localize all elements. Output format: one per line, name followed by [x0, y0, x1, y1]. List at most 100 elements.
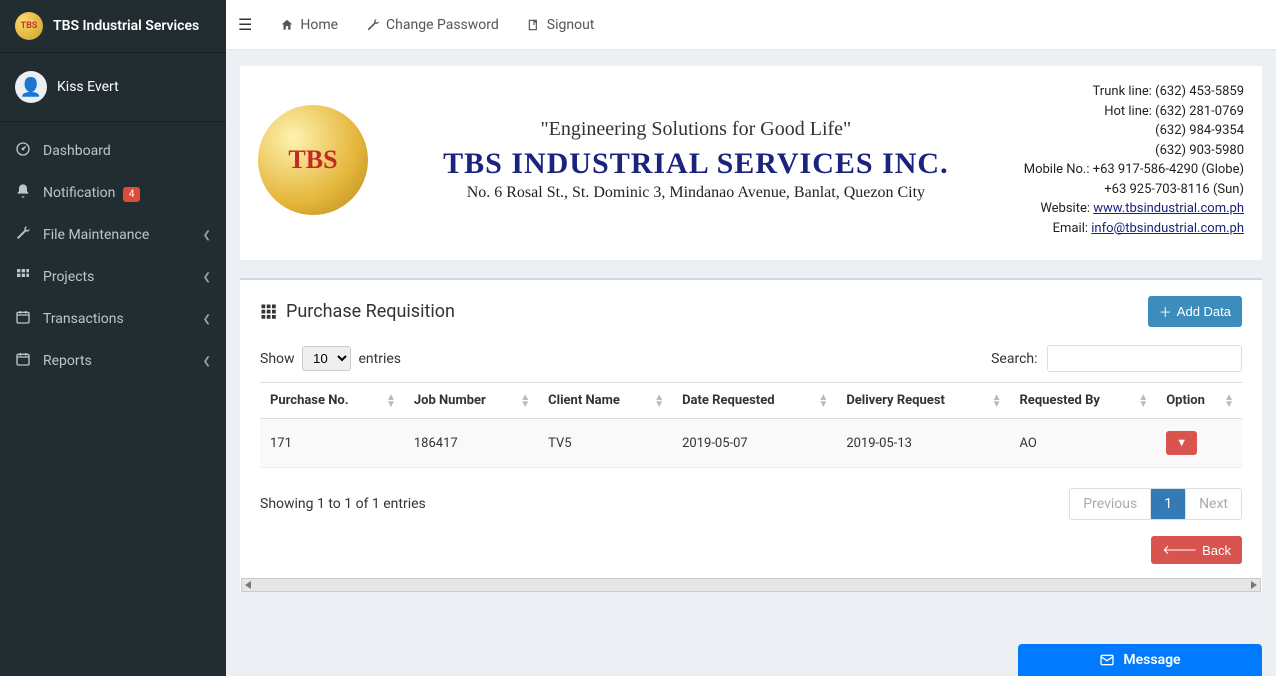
- sidebar-item-label: Dashboard: [43, 143, 211, 159]
- chevron-left-icon: ❮: [203, 272, 211, 283]
- panel-header: Purchase Requisition ＋Add Data: [240, 280, 1262, 333]
- purchase-requisition-panel: Purchase Requisition ＋Add Data Show 10 e…: [240, 278, 1262, 592]
- page-size-select[interactable]: 10: [302, 346, 351, 371]
- home-icon: [280, 18, 294, 32]
- sidebar-item-dashboard[interactable]: Dashboard: [0, 130, 226, 172]
- topbar: ☰ Home Change Password Signout: [226, 0, 1276, 50]
- tagline: "Engineering Solutions for Good Life": [388, 118, 1004, 141]
- grid-icon: [15, 267, 31, 287]
- col-job-number[interactable]: Job Number▲▼: [404, 383, 538, 419]
- cell-requested-by: AO: [1009, 419, 1156, 468]
- table-info: Showing 1 to 1 of 1 entries: [260, 496, 426, 512]
- sidebar-item-projects[interactable]: Projects ❮: [0, 256, 226, 298]
- col-purchase-no[interactable]: Purchase No.▲▼: [260, 383, 404, 419]
- user-name: Kiss Evert: [57, 79, 119, 95]
- sort-icon: ▲▼: [520, 394, 530, 408]
- wrench-icon: [366, 18, 380, 32]
- sidebar-item-label: Reports: [43, 353, 191, 369]
- pagination-next[interactable]: Next: [1185, 489, 1241, 519]
- sidebar-item-label: Notification 4: [43, 185, 211, 201]
- cell-option: ▼: [1156, 419, 1242, 468]
- pagination-page-1[interactable]: 1: [1150, 489, 1185, 519]
- chevron-left-icon: ❮: [203, 314, 211, 325]
- sidebar-item-transactions[interactable]: Transactions ❮: [0, 298, 226, 340]
- content-area: TBS "Engineering Solutions for Good Life…: [226, 50, 1276, 676]
- col-requested-by[interactable]: Requested By▲▼: [1009, 383, 1156, 419]
- sort-icon: ▲▼: [654, 394, 664, 408]
- trunk-line: Trunk line: (632) 453-5859: [1024, 82, 1244, 102]
- company-logo-icon: TBS: [258, 105, 368, 215]
- plus-icon: ＋: [1159, 302, 1172, 321]
- phone3: (632) 984-9354: [1024, 121, 1244, 141]
- cell-purchase-no: 171: [260, 419, 404, 468]
- hot-line: Hot line: (632) 281-0769: [1024, 102, 1244, 122]
- wrench-icon: [15, 225, 31, 245]
- sidebar-item-reports[interactable]: Reports ❮: [0, 340, 226, 382]
- sort-icon: ▲▼: [386, 394, 396, 408]
- message-label: Message: [1123, 652, 1180, 668]
- dashboard-icon: [15, 141, 31, 161]
- company-name: TBS INDUSTRIAL SERVICES INC.: [388, 147, 1004, 180]
- back-row: 🡐Back: [240, 536, 1262, 578]
- sort-icon: ▲▼: [992, 394, 1002, 408]
- envelope-icon: [1099, 652, 1115, 668]
- home-link[interactable]: Home: [280, 17, 338, 33]
- sidebar-menu: Dashboard Notification 4 File Maintenanc…: [0, 122, 226, 390]
- panel-title: Purchase Requisition: [260, 301, 455, 322]
- chevron-left-icon: ❮: [203, 230, 211, 241]
- col-delivery-request[interactable]: Delivery Request▲▼: [836, 383, 1009, 419]
- app-title: TBS Industrial Services: [53, 18, 199, 34]
- notification-badge: 4: [123, 187, 141, 202]
- col-option: Option▲▼: [1156, 383, 1242, 419]
- banner-center: "Engineering Solutions for Good Life" TB…: [388, 118, 1004, 202]
- caret-down-icon: ▼: [1176, 437, 1187, 449]
- change-password-link[interactable]: Change Password: [366, 17, 499, 33]
- cell-date-requested: 2019-05-07: [672, 419, 836, 468]
- menu-toggle-icon[interactable]: ☰: [238, 15, 252, 34]
- add-data-button[interactable]: ＋Add Data: [1148, 296, 1242, 327]
- bell-icon: [15, 183, 31, 203]
- website-row: Website: www.tbsindustrial.com.ph: [1024, 199, 1244, 219]
- sidebar: TBS TBS Industrial Services 👤 Kiss Evert…: [0, 0, 226, 676]
- horizontal-scrollbar[interactable]: [241, 578, 1261, 592]
- signout-icon: [527, 18, 541, 32]
- length-control: Show 10 entries: [260, 346, 401, 371]
- sidebar-item-label: Projects: [43, 269, 191, 285]
- cell-delivery-request: 2019-05-13: [836, 419, 1009, 468]
- mobile2: +63 925-703-8116 (Sun): [1024, 180, 1244, 200]
- arrow-left-icon: 🡐: [1162, 542, 1197, 558]
- banner-contact: Trunk line: (632) 453-5859 Hot line: (63…: [1024, 82, 1244, 238]
- sidebar-item-label: File Maintenance: [43, 227, 191, 243]
- table-footer: Showing 1 to 1 of 1 entries Previous 1 N…: [240, 478, 1262, 536]
- col-client-name[interactable]: Client Name▲▼: [538, 383, 672, 419]
- sidebar-item-label: Transactions: [43, 311, 191, 327]
- search-control: Search:: [991, 345, 1242, 372]
- message-bar[interactable]: Message: [1018, 644, 1262, 676]
- cell-job-number: 186417: [404, 419, 538, 468]
- sort-icon: ▲▼: [818, 394, 828, 408]
- user-panel[interactable]: 👤 Kiss Evert: [0, 53, 226, 122]
- pagination-previous[interactable]: Previous: [1070, 489, 1150, 519]
- sort-icon: ▲▼: [1138, 394, 1148, 408]
- company-banner: TBS "Engineering Solutions for Good Life…: [240, 66, 1262, 260]
- sidebar-brand[interactable]: TBS TBS Industrial Services: [0, 0, 226, 53]
- email-row: Email: info@tbsindustrial.com.ph: [1024, 219, 1244, 239]
- back-button[interactable]: 🡐Back: [1151, 536, 1242, 564]
- col-date-requested[interactable]: Date Requested▲▼: [672, 383, 836, 419]
- sidebar-item-notification[interactable]: Notification 4: [0, 172, 226, 214]
- phone4: (632) 903-5980: [1024, 141, 1244, 161]
- avatar-icon: 👤: [15, 71, 47, 103]
- table-controls: Show 10 entries Search:: [240, 333, 1262, 378]
- search-input[interactable]: [1047, 345, 1242, 372]
- data-table: Purchase No.▲▼ Job Number▲▼ Client Name▲…: [260, 382, 1242, 468]
- website-link[interactable]: www.tbsindustrial.com.ph: [1093, 201, 1244, 216]
- brand-logo-icon: TBS: [15, 12, 43, 40]
- email-link[interactable]: info@tbsindustrial.com.ph: [1091, 221, 1244, 236]
- row-option-dropdown[interactable]: ▼: [1166, 431, 1197, 455]
- table-header-row: Purchase No.▲▼ Job Number▲▼ Client Name▲…: [260, 383, 1242, 419]
- calendar-icon: [15, 351, 31, 371]
- mobile1: Mobile No.: +63 917-586-4290 (Globe): [1024, 160, 1244, 180]
- sidebar-item-file-maintenance[interactable]: File Maintenance ❮: [0, 214, 226, 256]
- calendar-icon: [15, 309, 31, 329]
- signout-link[interactable]: Signout: [527, 17, 595, 33]
